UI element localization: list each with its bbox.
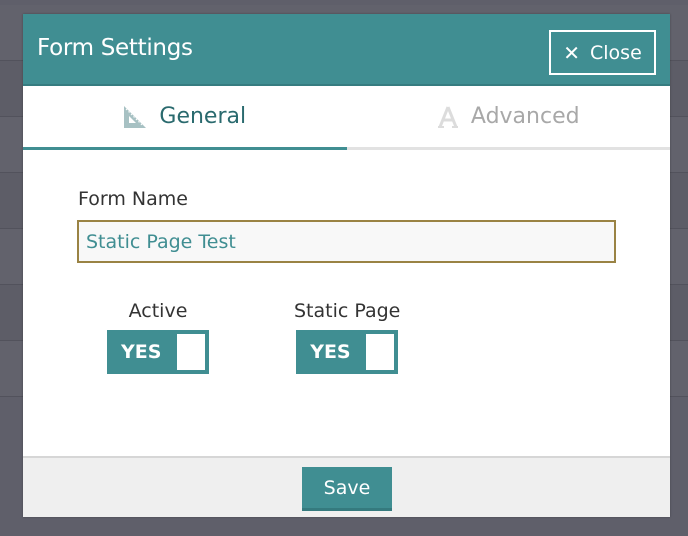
set-square-icon [123, 105, 147, 129]
toggle-knob [366, 334, 395, 370]
static-page-toggle-state: YES [310, 341, 351, 363]
tab-general-label: General [159, 104, 247, 129]
static-page-label: Static Page [294, 300, 401, 322]
close-button[interactable]: ✕ Close [549, 30, 656, 75]
form-settings-modal: Form Settings ✕ Close General Advanced F… [23, 14, 670, 517]
tab-general[interactable]: General [23, 86, 347, 150]
active-toggle[interactable]: YES [107, 330, 209, 374]
static-page-toggle[interactable]: YES [296, 330, 399, 374]
modal-header: Form Settings ✕ Close [23, 14, 670, 86]
form-name-input[interactable] [77, 220, 616, 263]
close-label: Close [590, 41, 642, 64]
tab-advanced-label: Advanced [470, 104, 580, 129]
modal-footer: Save [23, 456, 670, 517]
active-toggle-state: YES [121, 341, 162, 363]
general-panel: Form Name Active YES Static Page YES [23, 150, 670, 453]
active-toggle-group: Active YES [107, 300, 209, 374]
toggle-knob [177, 334, 205, 370]
tab-bar: General Advanced [23, 86, 670, 150]
active-label: Active [128, 300, 188, 322]
static-page-toggle-group: Static Page YES [294, 300, 400, 374]
save-button[interactable]: Save [302, 467, 392, 511]
tab-advanced[interactable]: Advanced [346, 86, 670, 150]
modal-title: Form Settings [37, 35, 193, 61]
letter-a-icon [437, 105, 459, 129]
form-name-label: Form Name [78, 188, 188, 210]
close-icon: ✕ [563, 40, 580, 65]
